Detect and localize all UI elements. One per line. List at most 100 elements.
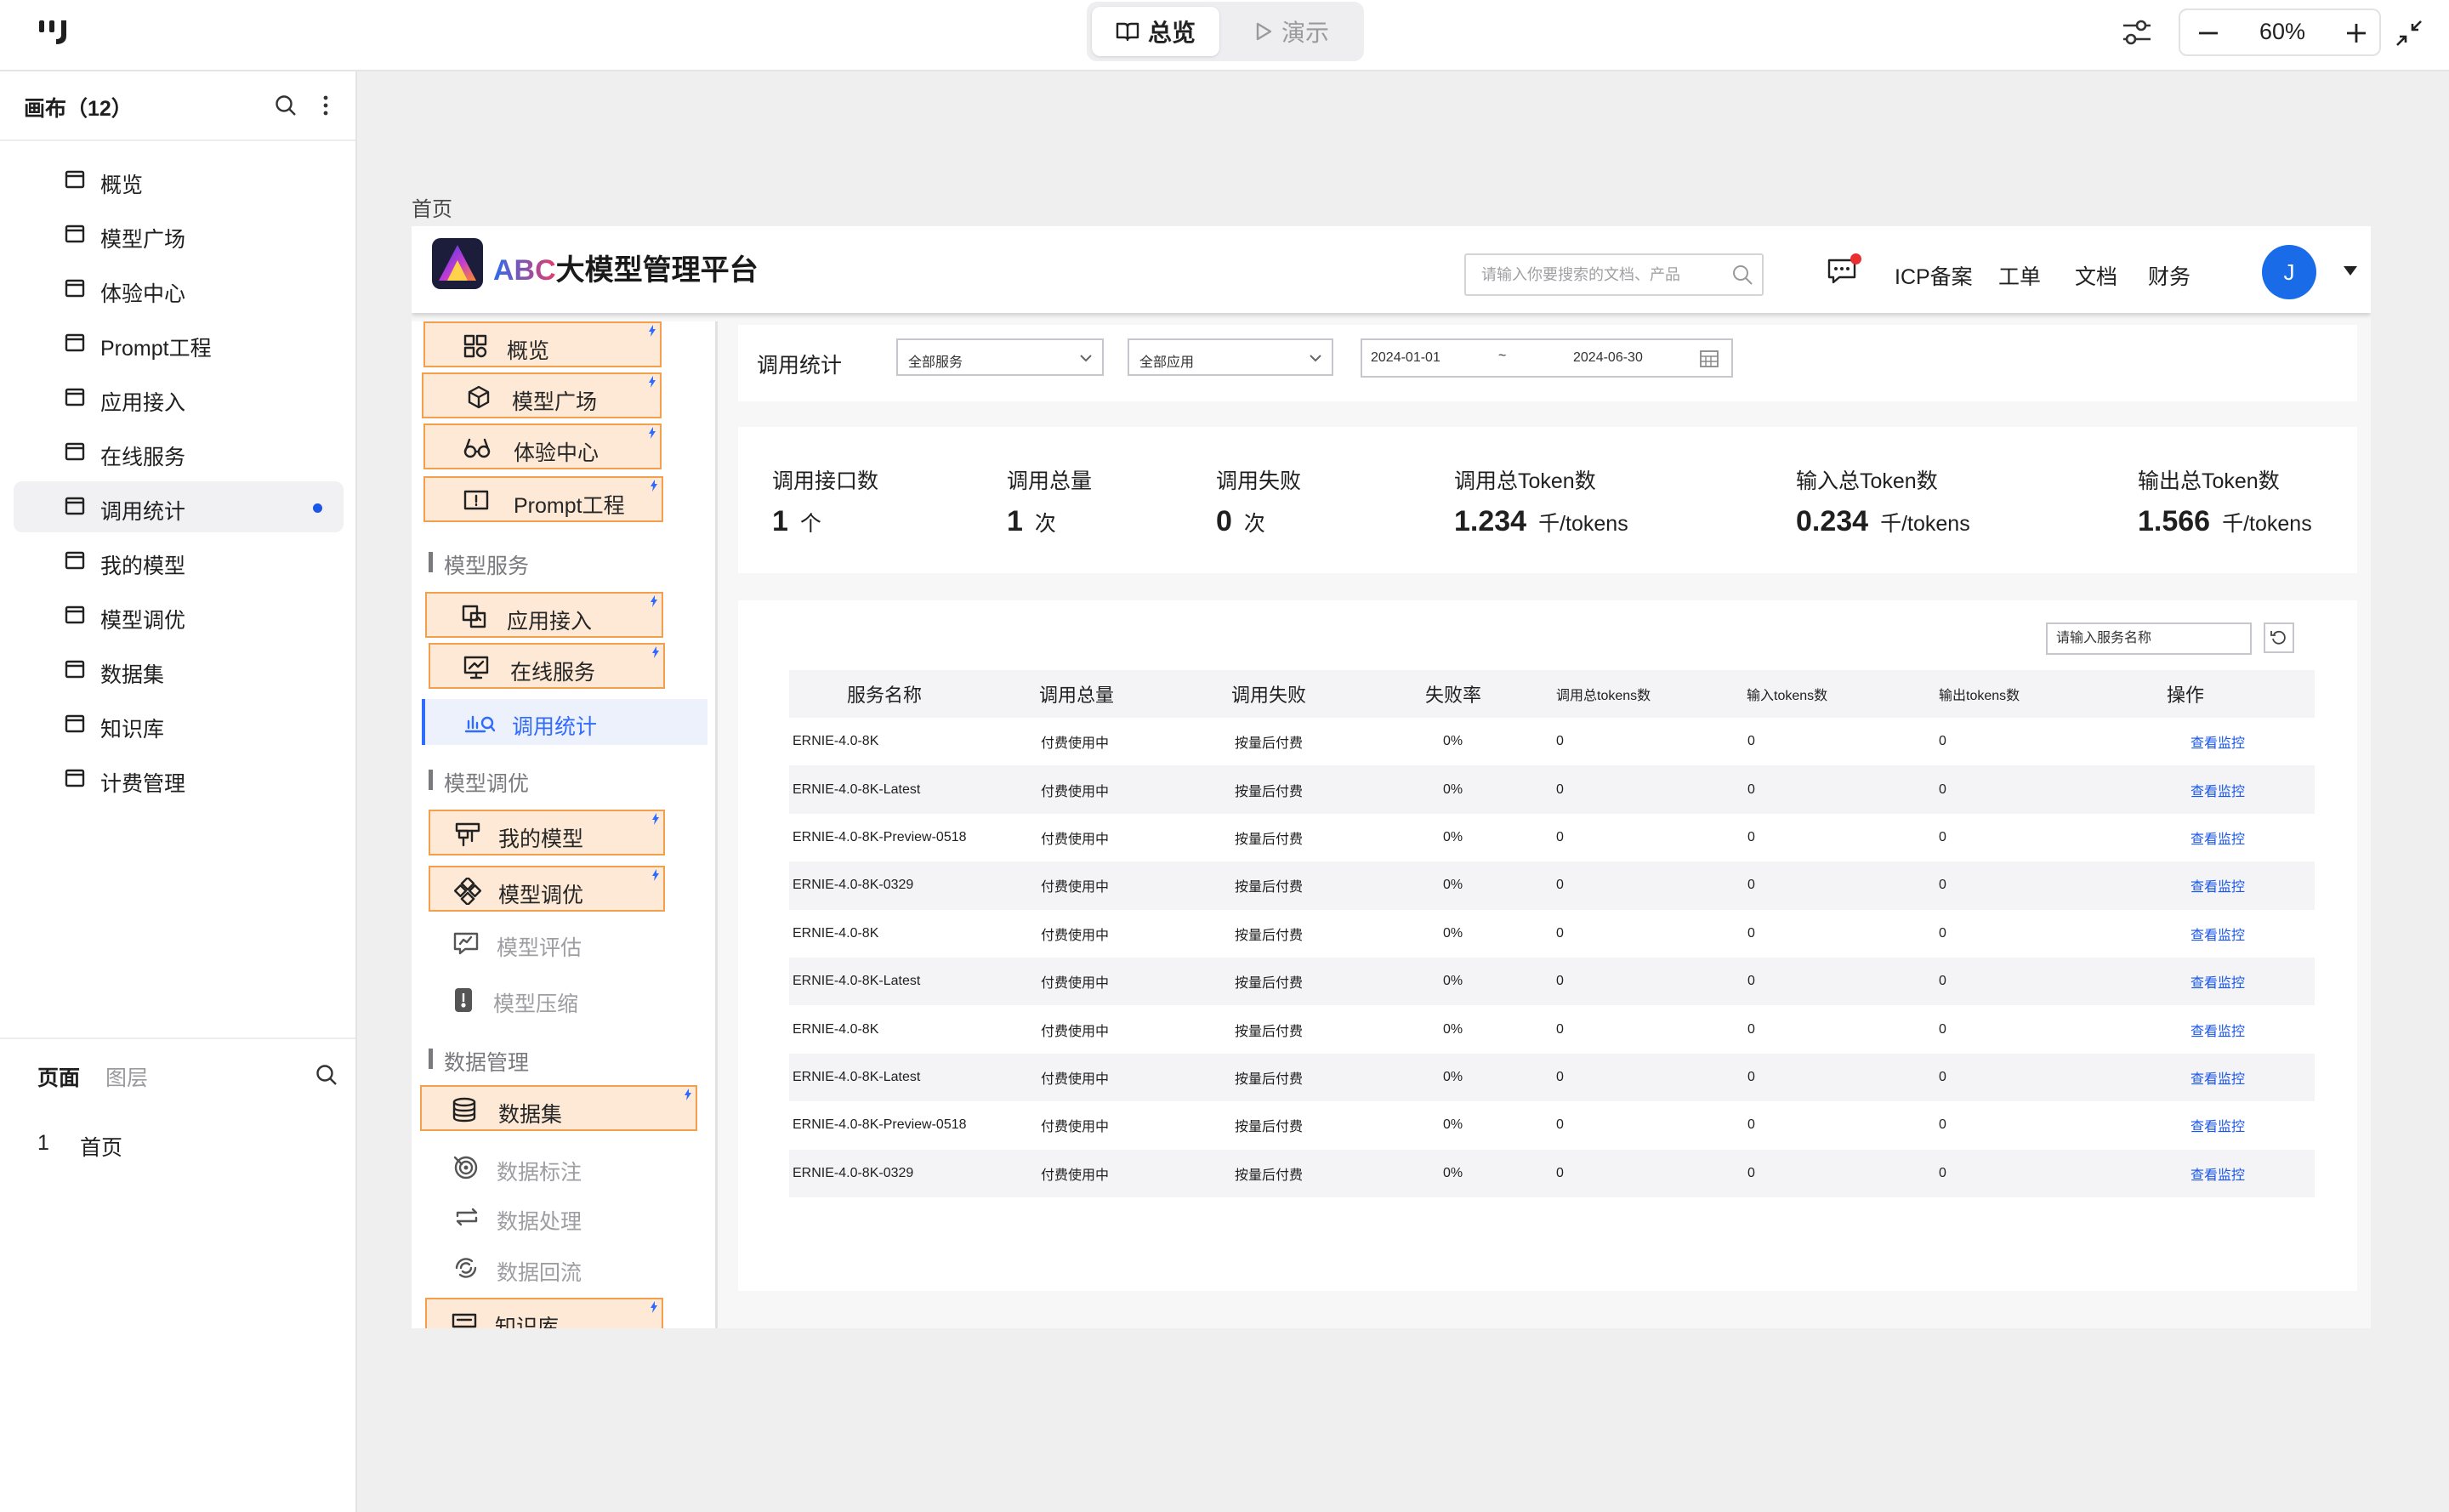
sidebar-item[interactable]: 应用接入 (425, 592, 663, 638)
view-monitor-link[interactable]: 查看监控 (2150, 814, 2315, 861)
page-list-item[interactable]: 1 首页 (0, 1123, 355, 1165)
stat-label: 输入总Token数 (1796, 469, 1938, 493)
app-select[interactable]: 全部应用 (1128, 338, 1333, 376)
frame-icon (65, 225, 85, 243)
view-monitor-link[interactable]: 查看监控 (2150, 1149, 2315, 1197)
refresh-button[interactable] (2264, 622, 2294, 653)
sidebar-item[interactable]: 数据回流 (429, 1245, 665, 1291)
table-cell: ERNIE-4.0-8K-Preview-0518 (793, 1117, 967, 1133)
app-logo-icon[interactable] (37, 19, 71, 46)
table-cell: ERNIE-4.0-8K (793, 925, 879, 941)
view-monitor-link[interactable]: 查看监控 (2150, 1005, 2315, 1053)
bolt-icon (648, 325, 656, 337)
nav-finance[interactable]: 财务 (2148, 260, 2190, 291)
sidebar-item-label: 模型广场 (512, 390, 598, 414)
service-select-value: 全部服务 (908, 355, 963, 370)
canvas-list-item[interactable]: 应用接入 (14, 372, 344, 423)
table-cell: 0 (1746, 957, 1937, 1006)
present-mode-button[interactable]: 演示 (1224, 7, 1359, 56)
view-monitor-link[interactable]: 查看监控 (2150, 1101, 2315, 1149)
canvas-list-item[interactable]: 模型调优 (14, 590, 344, 641)
bolt-icon (650, 1301, 658, 1313)
sidebar-item[interactable]: 调用统计 (422, 699, 707, 745)
date-range-picker[interactable]: 2024-01-01 ~ 2024-06-30 (1361, 338, 1733, 378)
table-cell: 0 (1556, 925, 1564, 941)
canvas-item-label: 体验中心 (100, 282, 186, 306)
canvas-list-item[interactable]: 概览 (14, 155, 344, 206)
nav-docs[interactable]: 文档 (2075, 260, 2117, 291)
bolt-icon (648, 376, 656, 388)
table-row: ERNIE-4.0-8K 付费使用中 按量后付费 0% 0 0 0 查看监控 (789, 1005, 2315, 1053)
canvas-list-item[interactable]: 调用统计 (14, 481, 344, 532)
chevron-down-icon (1078, 350, 1094, 366)
nav-icp[interactable]: ICP备案 (1895, 260, 1973, 291)
frame-icon (65, 497, 85, 515)
sidebar-item[interactable]: 在线服务 (429, 643, 665, 689)
search-icon[interactable] (274, 94, 298, 117)
model-icon (454, 821, 481, 847)
overview-mode-button[interactable]: 总览 (1092, 7, 1219, 56)
view-monitor-link[interactable]: 查看监控 (2150, 861, 2315, 910)
canvas-list-item[interactable]: 数据集 (14, 645, 344, 696)
sidebar-item[interactable]: 体验中心 (423, 423, 662, 469)
zoom-out-icon[interactable] (2196, 20, 2221, 46)
tab-pages[interactable]: 页面 (37, 1061, 80, 1092)
view-monitor-link[interactable]: 查看监控 (2150, 910, 2315, 958)
caret-down-icon[interactable] (2342, 264, 2359, 277)
sidebar-item[interactable]: Prompt工程 (423, 476, 663, 522)
bolt-icon (651, 813, 660, 825)
sidebar-item[interactable]: 知识库 (425, 1298, 663, 1328)
present-mode-label: 演示 (1281, 20, 1329, 46)
table-cell: ERNIE-4.0-8K (793, 734, 879, 749)
view-monitor-link[interactable]: 查看监控 (2150, 765, 2315, 814)
view-monitor-link[interactable]: 查看监控 (2150, 718, 2315, 765)
canvas-list-item[interactable]: Prompt工程 (14, 318, 344, 369)
search-icon[interactable] (315, 1063, 338, 1087)
sidebar-item-label: 数据回流 (497, 1261, 582, 1285)
table-row: ERNIE-4.0-8K-Preview-0518 付费使用中 按量后付费 0% 0 0 0… (789, 1101, 2315, 1149)
more-vertical-icon[interactable] (321, 94, 330, 117)
global-search-input[interactable] (1466, 255, 1730, 294)
canvas-list-item[interactable]: 知识库 (14, 699, 344, 750)
prompt-icon (463, 488, 490, 514)
zoom-in-icon[interactable] (2344, 20, 2369, 46)
nav-ticket[interactable]: 工单 (1998, 260, 2041, 291)
table-cell: 付费使用中 (1041, 928, 1110, 943)
stats-summary: 调用接口数 1 个调用总量 1 次调用失败 0 次调用总Token数 1.234 千/t… (738, 427, 2357, 573)
sliders-icon[interactable] (2121, 17, 2153, 48)
table-cell: 按量后付费 (1235, 928, 1304, 943)
table-cell: 0 (1747, 829, 1755, 844)
user-avatar[interactable]: J (2262, 245, 2316, 299)
canvas-list-item[interactable]: 我的模型 (14, 536, 344, 587)
canvas-list-item[interactable]: 在线服务 (14, 427, 344, 478)
table-column-header: 输入tokens数 (1746, 670, 1937, 718)
table-header: 服务名称 调用总量 调用失败 失败率 调用总tokens数 输入tokens数 输出toke… (789, 670, 2315, 718)
service-table: 服务名称 调用总量 调用失败 失败率 调用总tokens数 输入tokens数 输出toke… (789, 670, 2315, 1197)
sidebar-item[interactable]: 数据标注 (429, 1145, 665, 1191)
sidebar-item[interactable]: 模型广场 (422, 372, 662, 418)
sidebar-item[interactable]: 模型调优 (429, 866, 665, 912)
frame-label[interactable]: 首页 (412, 192, 452, 222)
canvas-list-item[interactable]: 模型广场 (14, 209, 344, 260)
canvas-list-item[interactable]: 体验中心 (14, 264, 344, 315)
table-cell: ERNIE-4.0-8K-Preview-0518 (793, 829, 967, 844)
view-monitor-link[interactable]: 查看监控 (2150, 957, 2315, 1006)
tab-layers[interactable]: 图层 (105, 1061, 148, 1092)
view-monitor-link[interactable]: 查看监控 (2150, 1053, 2315, 1102)
sidebar-item[interactable]: 模型评估 (429, 920, 665, 966)
process-icon (452, 1204, 481, 1230)
service-select[interactable]: 全部服务 (896, 338, 1104, 376)
sidebar-item[interactable]: 我的模型 (429, 810, 665, 855)
zoom-level[interactable]: 60% (2240, 19, 2325, 45)
bolt-icon (650, 480, 658, 492)
sidebar-item[interactable]: 模型压缩 (429, 976, 665, 1022)
sidebar-item[interactable]: 概览 (423, 321, 662, 367)
sidebar-item[interactable]: 数据处理 (429, 1194, 665, 1240)
sidebar-item[interactable]: 数据集 (420, 1085, 697, 1131)
knowledge-icon (451, 1310, 478, 1328)
search-icon[interactable] (1731, 264, 1753, 286)
service-search-input[interactable] (2048, 624, 2250, 653)
canvas-list-item[interactable]: 计费管理 (14, 753, 344, 804)
collapse-icon[interactable] (2395, 19, 2423, 48)
stat-value: 1 (772, 505, 788, 537)
